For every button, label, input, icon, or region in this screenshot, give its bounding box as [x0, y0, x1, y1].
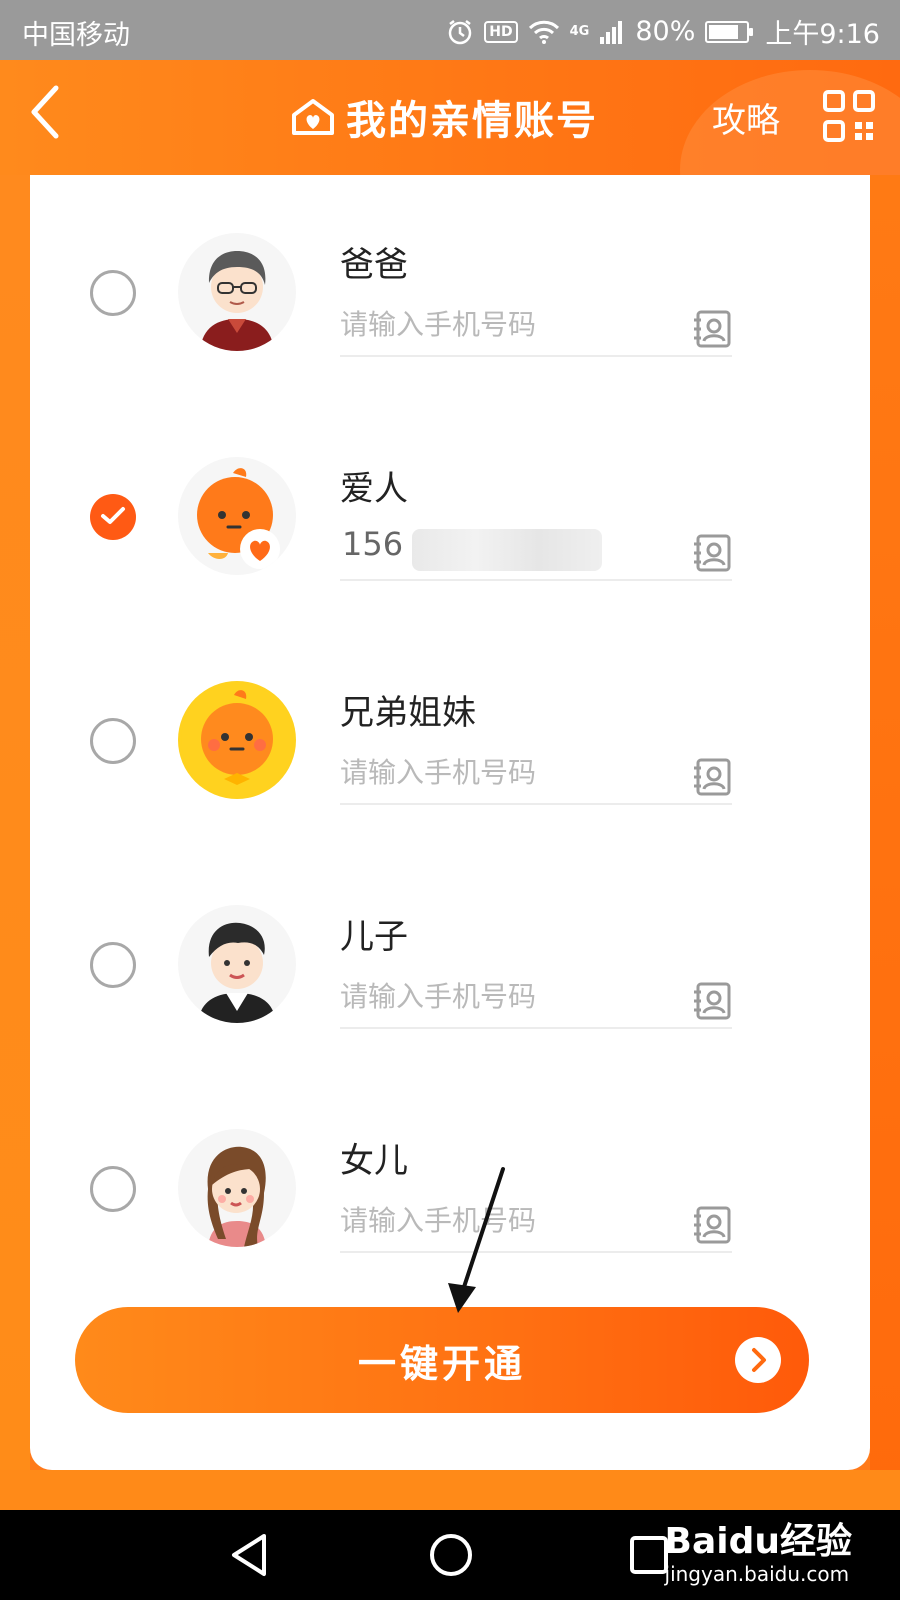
- status-icons: HD 4G 80% 上午9:16: [446, 12, 880, 51]
- phone-input[interactable]: [340, 299, 660, 349]
- father-avatar: [178, 233, 296, 351]
- phone-input[interactable]: [340, 747, 660, 797]
- circle-home-icon: [430, 1534, 472, 1576]
- activate-button[interactable]: 一键开通: [75, 1307, 809, 1413]
- right-border-background: [870, 175, 900, 1510]
- phone-field-row: [340, 1191, 732, 1253]
- checkmark-icon: [101, 507, 125, 524]
- contact-book-icon: [694, 982, 731, 1020]
- phone-field-row: [340, 295, 732, 357]
- sibling-avatar: [178, 681, 296, 799]
- qr-code-icon: [823, 90, 875, 142]
- back-button[interactable]: [26, 82, 76, 142]
- daughter-avatar: [178, 1129, 296, 1247]
- member-name: 爱人: [340, 469, 408, 509]
- contacts-button[interactable]: [692, 309, 732, 349]
- hd-icon: HD: [484, 20, 518, 43]
- member-radio[interactable]: [90, 718, 136, 764]
- left-border-background: [0, 175, 30, 1510]
- member-row-siblings[interactable]: 兄弟姐妹: [30, 643, 870, 843]
- phone-input[interactable]: [340, 971, 660, 1021]
- contacts-button[interactable]: [692, 981, 732, 1021]
- contact-book-icon: [694, 534, 731, 572]
- status-bar: 中国移动 HD 4G 80% 上午9:16: [0, 0, 900, 60]
- network-type-icon: 4G: [569, 24, 590, 39]
- spouse-avatar: [178, 457, 296, 575]
- chevron-left-icon: [31, 85, 59, 139]
- battery-icon: [705, 20, 754, 43]
- annotation-arrow-icon: [448, 1167, 505, 1313]
- nav-back-button[interactable]: [228, 1532, 272, 1582]
- qr-code-button[interactable]: [823, 90, 875, 142]
- nav-home-button[interactable]: [428, 1532, 474, 1582]
- bottom-border-background: [0, 1470, 900, 1510]
- member-row-spouse[interactable]: 爱人 156: [30, 419, 870, 619]
- member-name: 爸爸: [340, 245, 408, 285]
- chevron-right-icon: [735, 1337, 781, 1383]
- member-name: 女儿: [340, 1141, 408, 1181]
- baidu-watermark: Baidu经验 jingyan.baidu.com: [665, 1512, 852, 1586]
- triangle-back-icon: [232, 1534, 266, 1576]
- app-header: 我的亲情账号 攻略: [0, 60, 900, 270]
- clock: 上午9:16: [765, 19, 880, 50]
- son-avatar: [178, 905, 296, 1023]
- alarm-icon: [446, 18, 474, 46]
- contacts-button[interactable]: [692, 1205, 732, 1245]
- watermark-main: Baidu经验: [664, 1521, 852, 1562]
- guide-link[interactable]: 攻略: [712, 93, 780, 142]
- member-radio[interactable]: [90, 270, 136, 316]
- phone-value[interactable]: 156: [342, 525, 403, 563]
- system-nav-bar: Baidu经验 jingyan.baidu.com: [0, 1510, 900, 1600]
- contacts-button[interactable]: [692, 757, 732, 797]
- member-name: 儿子: [340, 917, 408, 957]
- page-title-wrap: 我的亲情账号: [290, 88, 598, 146]
- phone-field-row: 156: [340, 519, 732, 581]
- phone-field-row: [340, 967, 732, 1029]
- phone-field-row: [340, 743, 732, 805]
- page-title: 我的亲情账号: [346, 98, 598, 144]
- wifi-icon: [528, 19, 560, 45]
- watermark-url: jingyan.baidu.com: [664, 1562, 850, 1586]
- signal-icon: [599, 19, 625, 45]
- member-radio[interactable]: [90, 942, 136, 988]
- contact-book-icon: [694, 310, 731, 348]
- blurred-phone-digits: [412, 529, 602, 571]
- battery-percent: 80%: [635, 16, 696, 47]
- member-radio-checked[interactable]: [90, 494, 136, 540]
- contact-book-icon: [694, 758, 731, 796]
- contacts-button[interactable]: [692, 533, 732, 573]
- contact-book-icon: [694, 1206, 731, 1244]
- member-radio[interactable]: [90, 1166, 136, 1212]
- member-row-son[interactable]: 儿子: [30, 867, 870, 1067]
- activate-button-label: 一键开通: [357, 1341, 526, 1386]
- member-name: 兄弟姐妹: [340, 693, 476, 733]
- member-row-father[interactable]: 爸爸: [30, 195, 870, 395]
- family-home-icon: [292, 99, 334, 135]
- carrier-label: 中国移动: [22, 20, 130, 51]
